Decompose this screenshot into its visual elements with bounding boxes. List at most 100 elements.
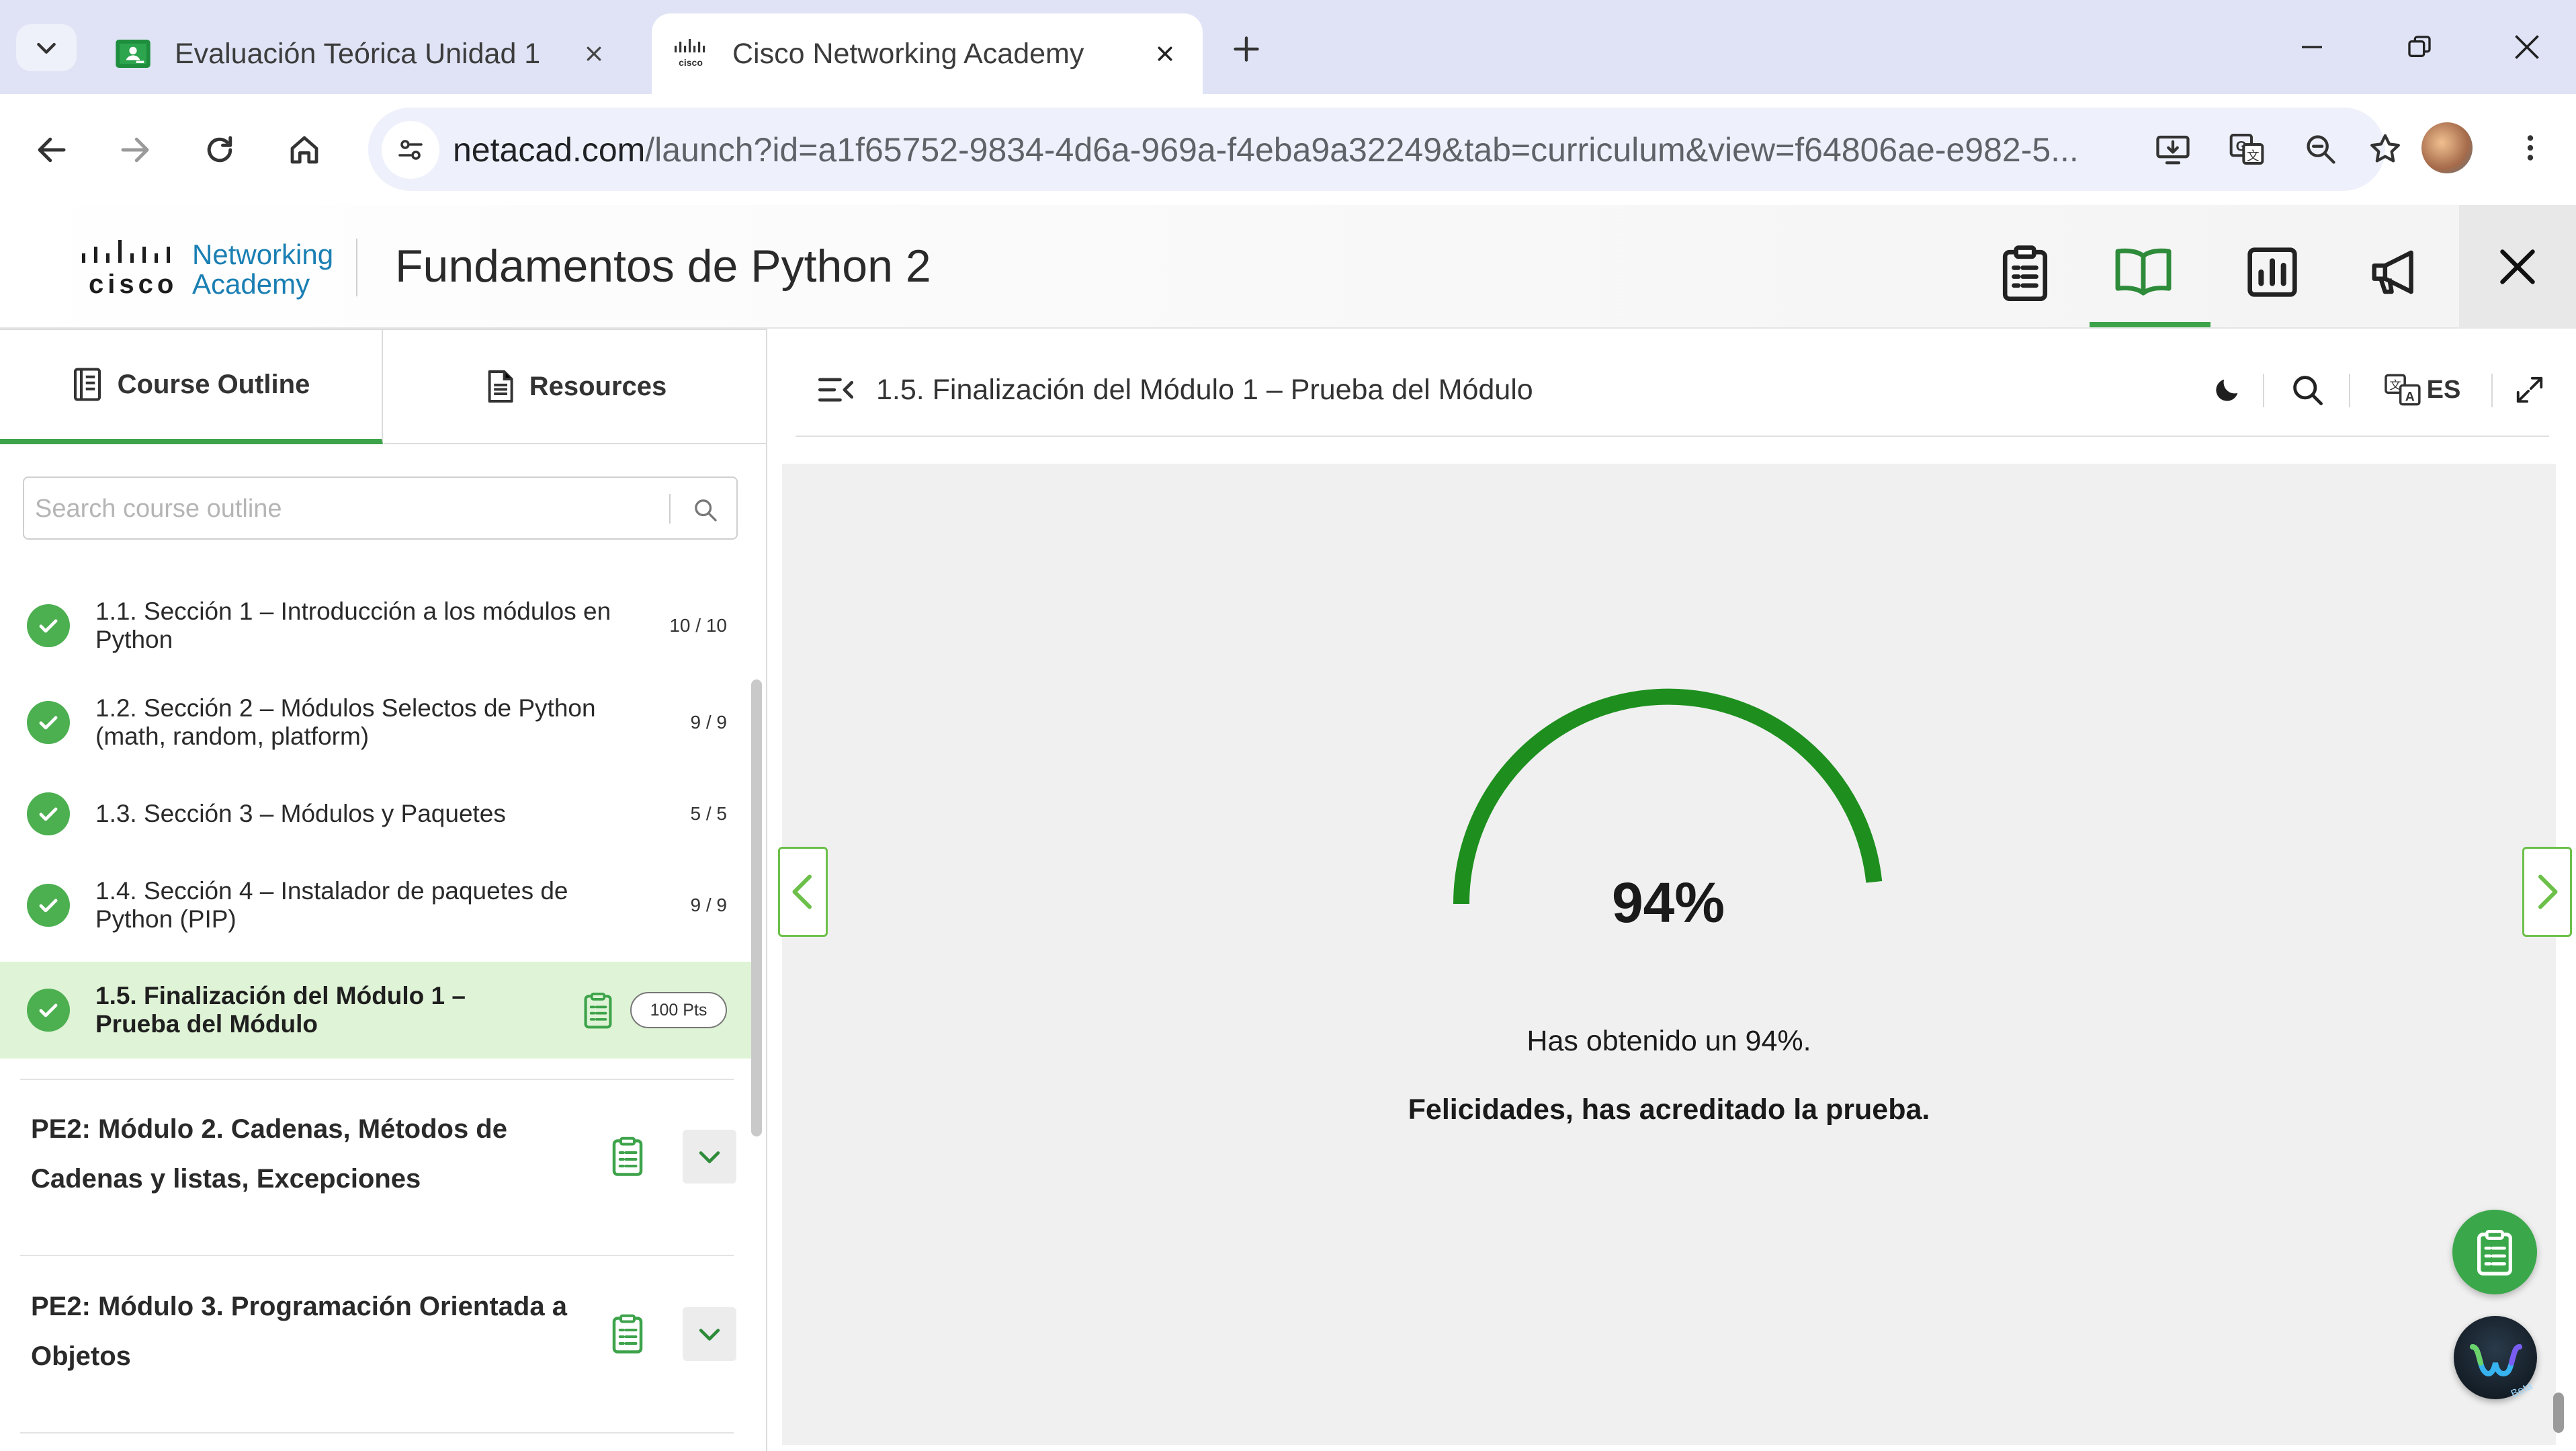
score-percentage: 94% [1611,871,1725,934]
content-panel: 1.5. Finalización del Módulo 1 – Prueba … [778,343,2572,1445]
close-tab-icon[interactable] [1145,34,1185,74]
browser-tabstrip: Evaluación Teórica Unidad 1 cisco Cisco … [0,0,2576,94]
toolbar-separator [2349,374,2350,407]
grades-nav-button[interactable] [2219,218,2326,326]
new-tab-button[interactable] [1223,26,1270,73]
webex-icon [2470,1344,2522,1377]
browser-toolbar: netacad.com/launch?id=a1f65752-9834-4d6a… [0,94,2576,205]
close-course-button[interactable] [2459,205,2576,329]
reload-button[interactable] [189,120,250,180]
forward-button[interactable] [105,120,165,180]
module-divider [20,1432,734,1434]
announcements-nav-button[interactable] [2342,218,2450,326]
sidebar-scrollbar[interactable] [751,679,762,1136]
search-content-button[interactable] [2280,367,2334,413]
networking-academy-wordmark: Networking Academy [192,240,333,299]
progress-count: 9 / 9 [690,712,727,733]
module-divider [20,1255,734,1256]
assignments-nav-button[interactable] [1971,218,2079,326]
tab-search-button[interactable] [16,24,77,71]
outline-item-1-2[interactable]: 1.2. Sección 2 – Módulos Selectos de Pyt… [0,682,751,763]
clipboard-list-icon [2477,1230,2512,1276]
tab-label: Course Outline [117,369,310,399]
content-title: 1.5. Finalización del Módulo 1 – Prueba … [876,374,1533,406]
tab-resources[interactable]: Resources [384,330,767,444]
progress-count: 5 / 5 [690,803,727,824]
outline-icon [72,366,103,403]
profile-avatar[interactable] [2421,122,2473,173]
more-vertical-icon [2527,135,2534,161]
quiz-clipboard-icon [579,989,617,1032]
install-icon [2156,135,2190,165]
outline-item-label: 1.3. Sección 3 – Módulos y Paquetes [95,800,506,827]
course-sidebar: Course Outline Resources 1.1. Sección 1 … [0,329,767,1451]
close-icon [2500,249,2535,284]
zoom-out-icon [2307,135,2335,164]
moon-icon [2216,379,2238,401]
expand-icon [2516,376,2543,403]
tune-icon [398,140,423,160]
expand-module-button[interactable] [683,1130,736,1184]
browser-tab-cisco[interactable]: cisco Cisco Networking Academy [652,13,1203,94]
content-header: 1.5. Finalización del Módulo 1 – Prueba … [779,343,2560,437]
chevron-down-icon [37,42,56,54]
site-info-button[interactable] [382,121,439,179]
home-button[interactable] [274,120,335,180]
translate-button[interactable]: G文 [2220,122,2274,176]
search-icon[interactable] [687,491,724,529]
tab-title: Evaluación Teórica Unidad 1 [175,37,541,70]
module-title: PE2: Módulo 2. Cadenas, Métodos de Caden… [31,1114,507,1194]
cisco-wordmark: cisco [89,270,178,299]
outline-item-1-5[interactable]: 1.5. Finalización del Módulo 1 – Prueba … [0,962,751,1059]
bookmark-button[interactable] [2358,122,2412,176]
url-host: netacad.com [453,131,646,169]
minimize-button[interactable] [2282,20,2342,74]
course-title: Fundamentos de Python 2 [395,241,931,292]
google-classroom-icon [114,35,152,73]
dark-mode-button[interactable] [2204,367,2251,413]
cisco-bars-icon [82,240,170,263]
page-scrollbar[interactable] [2553,1393,2564,1433]
arrow-left-icon [38,137,66,163]
document-icon [485,368,515,405]
module-divider [20,1079,734,1080]
curriculum-nav-button[interactable] [2090,218,2210,327]
minimize-icon [2302,46,2322,48]
browser-tab-evaluacion[interactable]: Evaluación Teórica Unidad 1 [94,13,632,94]
browser-menu-button[interactable] [2503,121,2557,175]
address-bar[interactable]: netacad.com/launch?id=a1f65752-9834-4d6a… [368,108,2400,191]
outline-item-1-1[interactable]: 1.1. Sección 1 – Introducción a los módu… [0,585,751,666]
cisco-networking-academy-logo[interactable]: cisco Networking Academy [79,239,335,299]
fullscreen-button[interactable] [2506,367,2553,413]
tab-course-outline[interactable]: Course Outline [0,330,383,444]
module-row-3[interactable]: PE2: Módulo 3. Programación Orientada a … [0,1278,751,1385]
url-text: netacad.com/launch?id=a1f65752-9834-4d6a… [453,130,2133,169]
logo-line-2: Academy [192,268,310,300]
restore-button[interactable] [2389,20,2450,74]
close-tab-icon[interactable] [574,34,614,74]
install-app-button[interactable] [2146,122,2200,176]
module-row-2[interactable]: PE2: Módulo 2. Cadenas, Métodos de Caden… [0,1102,751,1209]
url-path: /launch?id=a1f65752-9834-4d6a-969a-f4eba… [645,131,2079,169]
outline-item-1-4[interactable]: 1.4. Sección 4 – Instalador de paquetes … [0,865,751,946]
progress-count: 9 / 9 [690,895,727,915]
close-window-button[interactable] [2497,20,2557,74]
assignments-fab[interactable] [2452,1210,2537,1294]
check-circle-icon [27,604,70,647]
search-input[interactable] [35,490,667,528]
chevron-down-icon [699,1329,720,1341]
outline-item-label: 1.2. Sección 2 – Módulos Selectos de Pyt… [95,694,596,750]
back-button[interactable] [22,120,82,180]
quiz-clipboard-icon [607,1310,648,1357]
progress-count: 10 / 10 [669,615,727,636]
zoom-button[interactable] [2294,122,2348,176]
pass-message: Felicidades, has acreditado la prueba. [1408,1093,1930,1126]
toggle-sidebar-button[interactable] [814,368,857,411]
language-selector[interactable]: 文A ES [2365,367,2479,413]
quiz-result-stage: 94% Has obtenido un 94%. Felicidades, ha… [778,464,2572,1445]
expand-module-button[interactable] [683,1307,736,1361]
outline-item-1-3[interactable]: 1.3. Sección 3 – Módulos y Paquetes 5 / … [0,774,751,854]
tab-label: Resources [529,371,667,401]
cisco-favicon-icon: cisco [672,35,710,73]
webex-assistant-button[interactable]: Beta [2454,1316,2537,1400]
